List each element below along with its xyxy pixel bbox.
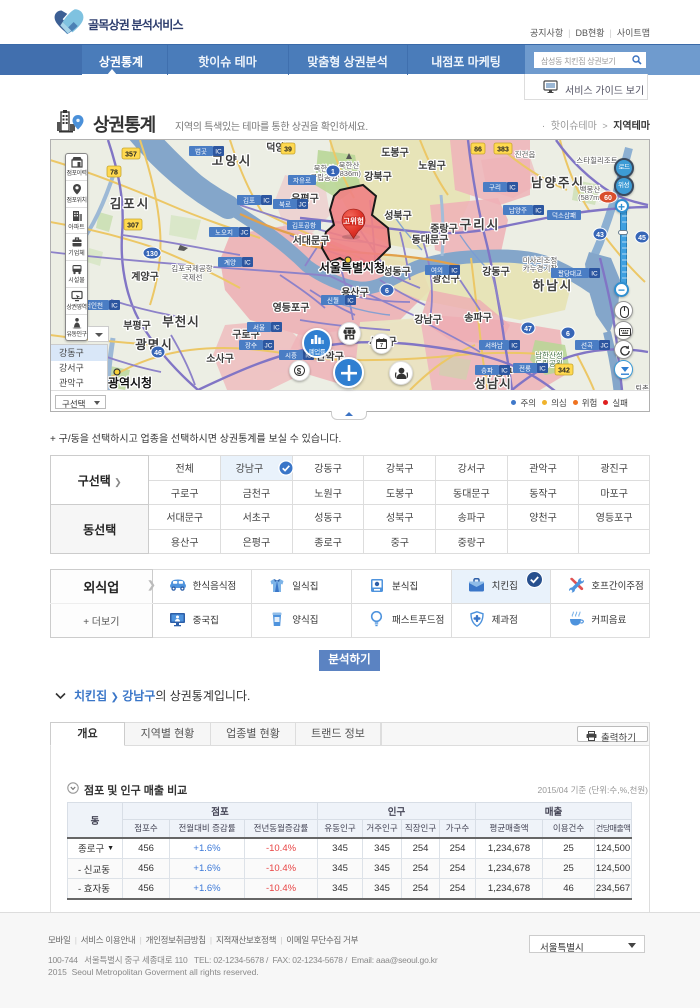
svg-text:김포공항: 김포공항 [292, 221, 316, 230]
svg-text:자유로: 자유로 [293, 176, 311, 185]
svg-text:342: 342 [558, 368, 570, 375]
svg-text:(836m): (836m) [337, 169, 361, 178]
svg-text:강북구: 강북구 [364, 170, 392, 183]
svg-text:383: 383 [497, 147, 509, 154]
svg-text:팔당대교: 팔당대교 [558, 269, 582, 278]
svg-text:도봉구: 도봉구 [381, 147, 409, 159]
svg-text:진건읍: 진건읍 [515, 149, 536, 159]
svg-text:IC: IC [511, 343, 518, 350]
svg-text:357: 357 [125, 152, 137, 159]
svg-text:중랑구: 중랑구 [430, 223, 458, 235]
svg-text:IC: IC [244, 260, 251, 267]
svg-text:노오지: 노오지 [215, 228, 233, 237]
svg-text:광역시청: 광역시청 [108, 375, 152, 390]
svg-text:강동구: 강동구 [482, 265, 510, 278]
svg-text:IC: IC [535, 208, 542, 215]
svg-text:남양주: 남양주 [509, 206, 527, 215]
svg-text:성동구: 성동구 [383, 265, 411, 278]
svg-text:86: 86 [474, 147, 482, 154]
svg-text:전룡: 전룡 [519, 364, 531, 373]
svg-text:남양주시: 남양주시 [531, 175, 585, 190]
svg-text:서울: 서울 [253, 323, 265, 332]
svg-text:소사구: 소사구 [206, 352, 234, 365]
svg-text:영등포구: 영등포구 [273, 301, 310, 314]
svg-text:김포: 김포 [243, 197, 255, 205]
svg-text:307: 307 [127, 223, 139, 230]
svg-text:송파구: 송파구 [464, 311, 492, 324]
svg-text:43: 43 [596, 232, 604, 239]
svg-text:IC: IC [273, 325, 280, 332]
svg-text:국제선: 국제선 [182, 273, 203, 282]
svg-text:JC: JC [601, 343, 609, 350]
svg-text:서울특별시청: 서울특별시청 [319, 260, 385, 275]
svg-text:IC: IC [347, 298, 354, 305]
svg-text:계양구: 계양구 [131, 270, 159, 283]
svg-text:6: 6 [385, 288, 389, 295]
svg-text:강남구: 강남구 [414, 313, 442, 326]
svg-text:여의: 여의 [431, 266, 443, 275]
svg-text:45: 45 [638, 235, 646, 242]
svg-text:송파: 송파 [481, 366, 493, 375]
svg-text:김포시: 김포시 [110, 196, 151, 211]
svg-text:덕소삼패: 덕소삼패 [552, 211, 576, 220]
svg-text:법곳: 법곳 [195, 147, 207, 156]
svg-text:서하남: 서하남 [485, 341, 503, 350]
svg-text:성북구: 성북구 [384, 209, 412, 222]
svg-text:장수: 장수 [245, 341, 257, 350]
svg-text:노원구: 노원구 [418, 159, 446, 172]
svg-text:구리시: 구리시 [460, 217, 501, 232]
svg-text:IC: IC [215, 149, 222, 156]
svg-text:하남시: 하남시 [533, 278, 574, 293]
svg-text:IC: IC [451, 268, 458, 275]
svg-text:신월: 신월 [327, 296, 339, 305]
svg-text:47: 47 [524, 326, 532, 333]
svg-text:북로: 북로 [279, 201, 291, 209]
svg-text:JC: JC [241, 230, 249, 237]
svg-text:130: 130 [146, 251, 158, 258]
svg-text:계양: 계양 [224, 258, 236, 267]
svg-text:스타힐리조트: 스타힐리조트 [576, 155, 617, 165]
svg-text:6: 6 [566, 331, 570, 338]
svg-text:IC: IC [539, 366, 546, 373]
svg-text:선곡: 선곡 [581, 341, 593, 350]
svg-text:46: 46 [154, 350, 162, 357]
svg-text:39: 39 [284, 147, 292, 154]
svg-text:IC: IC [591, 271, 598, 278]
svg-text:IC: IC [263, 198, 270, 205]
svg-text:JC: JC [265, 343, 273, 350]
svg-text:7: 7 [380, 343, 383, 349]
svg-text:시흥: 시흥 [285, 351, 297, 360]
svg-text:구리: 구리 [489, 183, 501, 192]
svg-text:IC: IC [501, 368, 508, 375]
svg-text:김포국제공항: 김포국제공항 [171, 263, 212, 273]
svg-text:IC: IC [111, 303, 118, 310]
svg-text:부천시: 부천시 [162, 314, 200, 329]
svg-text:60: 60 [604, 195, 612, 202]
svg-text:IC: IC [509, 185, 516, 192]
svg-text:부평구: 부평구 [123, 319, 151, 332]
svg-text:서대문구: 서대문구 [293, 234, 330, 247]
svg-text:JC: JC [299, 202, 307, 209]
svg-text:78: 78 [110, 170, 118, 177]
svg-text:1: 1 [331, 169, 335, 176]
svg-text:고위험: 고위험 [343, 216, 364, 226]
